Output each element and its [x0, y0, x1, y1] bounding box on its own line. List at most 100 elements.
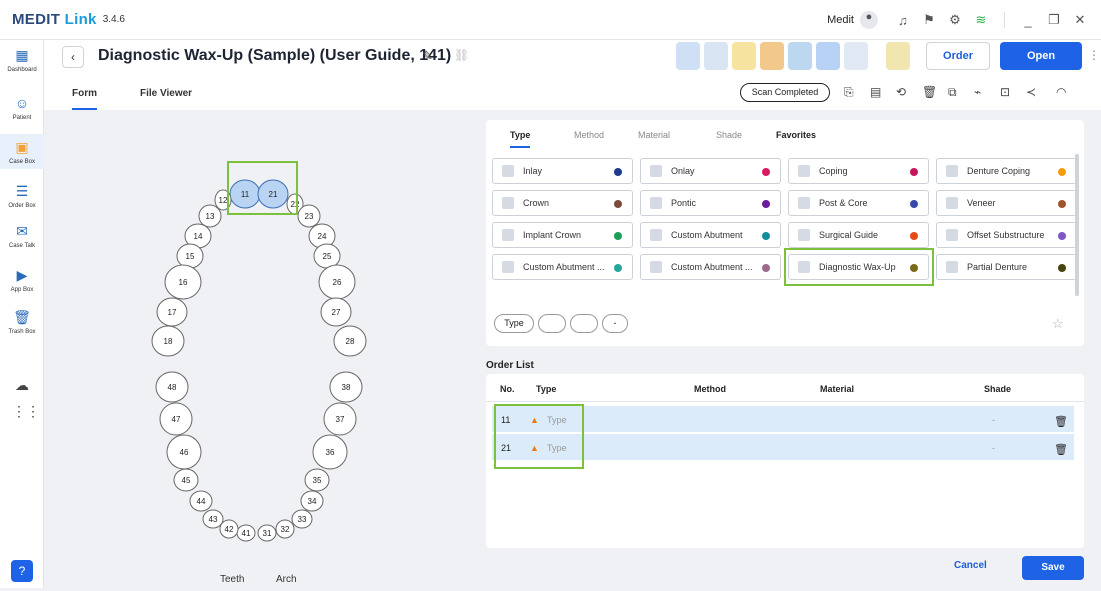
scanner-app-icon[interactable] — [676, 42, 700, 70]
save-button[interactable]: Save — [1022, 556, 1084, 580]
cancel-button[interactable]: Cancel — [954, 560, 987, 571]
splint-app-icon[interactable] — [788, 42, 812, 70]
tab-material[interactable]: Material — [638, 130, 670, 140]
sidebar-item-case-box[interactable]: ▣ Case Box — [0, 134, 44, 169]
edit-pencil-icon[interactable]: ✎ — [422, 48, 433, 64]
sidebar-apps-grid[interactable]: ⋮⋮ — [0, 402, 44, 423]
k-app-icon[interactable] — [816, 42, 840, 70]
tab-file-viewer[interactable]: File Viewer — [140, 88, 192, 99]
tooth-23[interactable]: 23 — [297, 204, 321, 228]
close-icon[interactable]: ✕ — [1067, 12, 1093, 28]
sidebar-item-dashboard[interactable]: ▦ Dashboard — [0, 46, 44, 73]
tooth-48[interactable]: 48 — [155, 371, 189, 403]
tooth-25[interactable]: 25 — [313, 243, 341, 269]
model-app-icon[interactable] — [760, 42, 784, 70]
help-button[interactable]: ? — [11, 560, 33, 582]
export-icon[interactable]: ⊡ — [1000, 85, 1010, 99]
tooth-17[interactable]: 17 — [156, 297, 188, 327]
delete-icon[interactable]: 🗑 — [922, 85, 937, 99]
type-scrollbar[interactable] — [1075, 154, 1079, 296]
tab-teeth[interactable]: Teeth — [220, 574, 244, 585]
user-avatar-icon[interactable]: ● — [860, 11, 878, 29]
tooth-44[interactable]: 44 — [189, 490, 213, 512]
user-name[interactable]: Medit — [827, 14, 854, 26]
type-card-denture-coping[interactable]: Denture Coping — [936, 158, 1077, 184]
tooth-36[interactable]: 36 — [312, 434, 348, 470]
settings-gear-icon[interactable]: ⚙ — [942, 12, 968, 28]
tooth-26[interactable]: 26 — [318, 264, 356, 300]
tooth-34[interactable]: 34 — [300, 490, 324, 512]
tooth-41[interactable]: 41 — [236, 524, 256, 542]
tab-form[interactable]: Form — [72, 88, 97, 110]
tab-favorites[interactable]: Favorites — [776, 130, 816, 140]
restore-icon[interactable]: ❐ — [1041, 12, 1067, 28]
printer-app-icon[interactable] — [886, 42, 910, 70]
back-button[interactable]: ‹ — [62, 46, 84, 68]
tooth-46[interactable]: 46 — [166, 434, 202, 470]
tooth-45[interactable]: 45 — [173, 468, 199, 492]
type-card-veneer[interactable]: Veneer — [936, 190, 1077, 216]
minimize-icon[interactable]: _ — [1015, 13, 1041, 28]
more-options-icon[interactable]: ⋮ — [1088, 48, 1100, 62]
type-card-custom-abutment[interactable]: Custom Abutment ... — [492, 254, 633, 280]
tooth-47[interactable]: 47 — [159, 402, 193, 436]
tooth-view-icon[interactable]: ◠ — [1056, 85, 1066, 99]
sidebar-item-case-talk[interactable]: ✉ Case Talk — [0, 222, 44, 249]
sidebar-item-order-box[interactable]: ☰ Order Box — [0, 182, 44, 209]
share-icon[interactable]: ≺ — [1026, 85, 1036, 99]
material-chip[interactable] — [570, 314, 598, 333]
tooth-32[interactable]: 32 — [275, 519, 295, 539]
link-icon[interactable]: ⛓ — [454, 48, 469, 62]
crown-app-icon[interactable] — [844, 42, 868, 70]
delete-row-icon[interactable]: 🗑 — [1054, 443, 1068, 456]
type-card-post-core[interactable]: Post & Core — [788, 190, 929, 216]
tooth-37[interactable]: 37 — [323, 402, 357, 436]
tooth-28[interactable]: 28 — [333, 325, 367, 357]
type-card-partial-denture[interactable]: Partial Denture — [936, 254, 1077, 280]
type-card-offset-substructure[interactable]: Offset Substructure — [936, 222, 1077, 248]
tooth-18[interactable]: 18 — [151, 325, 185, 357]
tooth-35[interactable]: 35 — [304, 468, 330, 492]
attach-icon[interactable]: ⌁ — [974, 85, 981, 99]
history-icon[interactable]: ⟲ — [896, 85, 906, 99]
type-card-implant-crown[interactable]: Implant Crown — [492, 222, 633, 248]
shade-chip[interactable]: - — [602, 314, 628, 333]
tooth-31[interactable]: 31 — [257, 524, 277, 542]
type-card-custom-abutment[interactable]: Custom Abutment ... — [640, 254, 781, 280]
notification-icon[interactable]: ♫ — [890, 13, 916, 28]
tooth-27[interactable]: 27 — [320, 297, 352, 327]
tooth-16[interactable]: 16 — [164, 264, 202, 300]
type-chip[interactable]: Type — [494, 314, 534, 333]
tooth-38[interactable]: 38 — [329, 371, 363, 403]
tooth-33[interactable]: 33 — [291, 509, 313, 529]
delete-row-icon[interactable]: 🗑 — [1054, 415, 1068, 428]
sidebar-item-patient[interactable]: ☺ Patient — [0, 94, 44, 121]
type-card-pontic[interactable]: Pontic — [640, 190, 781, 216]
type-card-coping[interactable]: Coping — [788, 158, 929, 184]
tooth-15[interactable]: 15 — [176, 243, 204, 269]
tooth-13[interactable]: 13 — [198, 204, 222, 228]
type-card-onlay[interactable]: Onlay — [640, 158, 781, 184]
ortho-app-icon[interactable] — [704, 42, 728, 70]
open-button[interactable]: Open — [1000, 42, 1082, 70]
smile-app-icon[interactable] — [732, 42, 756, 70]
announcement-icon[interactable]: ⚑ — [916, 12, 942, 28]
method-chip[interactable] — [538, 314, 566, 333]
copy-icon[interactable]: ⧉ — [948, 85, 957, 100]
favorite-star-icon[interactable]: ☆ — [1052, 316, 1064, 332]
tab-arch[interactable]: Arch — [276, 574, 297, 585]
type-card-crown[interactable]: Crown — [492, 190, 633, 216]
form-icon[interactable]: ▤ — [870, 85, 881, 99]
sidebar-item-app-box[interactable]: ▶ App Box — [0, 266, 44, 293]
sidebar-cloud-sync[interactable]: ☁ — [0, 376, 44, 397]
type-card-inlay[interactable]: Inlay — [492, 158, 633, 184]
type-card-surgical-guide[interactable]: Surgical Guide — [788, 222, 929, 248]
type-card-custom-abutment[interactable]: Custom Abutment — [640, 222, 781, 248]
order-button[interactable]: Order — [926, 42, 990, 70]
clipboard-icon[interactable]: ⎘ — [844, 85, 854, 100]
tooth-43[interactable]: 43 — [202, 509, 224, 529]
tab-type[interactable]: Type — [510, 130, 531, 148]
tab-shade[interactable]: Shade — [716, 130, 742, 140]
sidebar-item-trash-box[interactable]: 🗑 Trash Box — [0, 308, 44, 335]
tab-method[interactable]: Method — [574, 130, 604, 140]
